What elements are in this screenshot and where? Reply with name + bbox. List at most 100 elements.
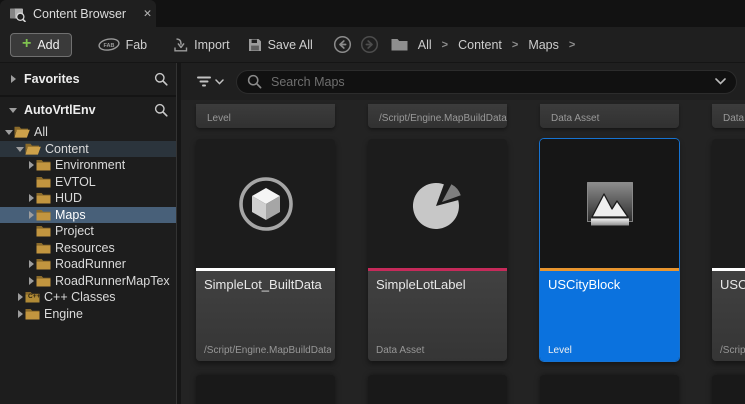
pie-icon [368, 139, 507, 268]
asset-tile-partial-top[interactable]: Data Asset [540, 104, 679, 128]
asset-tile-partial-top[interactable]: /Script/Engine.MapBuildData... [368, 104, 507, 128]
cpp-badge: C++ [28, 293, 40, 300]
breadcrumb-separator-icon[interactable]: > [512, 39, 518, 51]
tab-content-browser[interactable]: Content Browser ✕ [0, 0, 156, 27]
fab-logo-icon: FAB [98, 38, 120, 51]
asset-tile-uscityblock-builtdata[interactable]: USCityBlock_BuiltData/Script/Engine.MapB… [712, 139, 745, 361]
import-button[interactable]: Import [173, 38, 229, 52]
sidebar: Favorites AutoVrtlEnv All Content [0, 63, 176, 404]
cube-circle-icon [196, 139, 335, 268]
chevron-right-icon[interactable] [26, 160, 36, 170]
chevron-right-icon[interactable] [15, 292, 25, 302]
search-input[interactable] [269, 74, 708, 90]
asset-tile-partial-top[interactable]: Data Asset [712, 104, 745, 128]
asset-name: SimpleLot_BuiltData [204, 277, 331, 292]
back-button[interactable] [333, 35, 352, 54]
chevron-right-icon[interactable] [26, 210, 36, 220]
asset-tile-simplelot-builtdata[interactable]: SimpleLot_BuiltData/Script/Engine.MapBui… [196, 139, 335, 361]
add-button[interactable]: + Add [10, 33, 72, 57]
breadcrumb-item-content[interactable]: Content [458, 38, 502, 52]
chevron-down-icon[interactable] [4, 127, 14, 137]
forward-arrow-icon [360, 35, 379, 54]
search-field[interactable] [236, 70, 737, 94]
sidebar-item-c-classes[interactable]: C++ C++ Classes [0, 289, 176, 306]
sidebar-item-content[interactable]: Content [0, 141, 176, 158]
folder-icon [36, 209, 51, 221]
sidebar-item-label: Content [45, 142, 89, 156]
folder-tree: All Content Environment EVTOL HUD Maps P… [0, 124, 176, 322]
tab-close-icon[interactable]: ✕ [143, 8, 152, 20]
breadcrumb-separator-icon[interactable]: > [569, 39, 575, 51]
favorites-header[interactable]: Favorites [0, 63, 176, 97]
sidebar-item-all[interactable]: All [0, 124, 176, 141]
breadcrumb-item-maps[interactable]: Maps [528, 38, 559, 52]
asset-type: /Script/Engine.MapBuildDataR... [720, 345, 745, 356]
fab-button[interactable]: FAB Fab [98, 38, 148, 52]
saved-search-chevron-icon[interactable] [715, 78, 726, 85]
chevron-down-icon[interactable] [15, 144, 25, 154]
chevron-right-icon[interactable] [8, 74, 18, 84]
chevron-right-icon[interactable] [26, 259, 36, 269]
chevron-down-icon [215, 79, 224, 85]
tree-spacer [26, 226, 36, 236]
breadcrumb-separator-icon[interactable]: > [442, 39, 448, 51]
chevron-right-icon[interactable] [26, 276, 36, 286]
sidebar-item-project[interactable]: Project [0, 223, 176, 240]
folder-icon [25, 308, 40, 320]
asset-tile-partial-bottom[interactable] [540, 375, 679, 404]
sidebar-item-resources[interactable]: Resources [0, 240, 176, 257]
folder-open-icon [25, 143, 41, 155]
level-icon [540, 139, 679, 268]
add-button-label: Add [37, 38, 59, 52]
filter-bar [181, 63, 745, 100]
save-all-label: Save All [268, 38, 313, 52]
search-icon[interactable] [154, 103, 168, 117]
folder-icon [36, 225, 51, 237]
content-browser-window: Content Browser ✕ + Add FAB Fab [0, 0, 745, 404]
fab-button-label: Fab [126, 38, 148, 52]
asset-tile-partial-bottom[interactable] [712, 375, 745, 404]
asset-tile-partial-top[interactable]: Level [196, 104, 335, 128]
folder-icon [36, 159, 51, 171]
sidebar-item-roadrunner[interactable]: RoadRunner [0, 256, 176, 273]
svg-text:FAB: FAB [103, 43, 114, 49]
import-button-label: Import [194, 38, 229, 52]
filter-icon [196, 75, 212, 88]
asset-grid: Level/Script/Engine.MapBuildData... Data … [181, 100, 745, 404]
chevron-down-icon[interactable] [8, 105, 18, 115]
asset-tile-simplelotlabel[interactable]: SimpleLotLabelData Asset [368, 139, 507, 361]
save-all-button[interactable]: Save All [248, 38, 313, 52]
breadcrumb-item-all[interactable]: All [418, 38, 432, 52]
tree-spacer [26, 243, 36, 253]
sidebar-item-label: Project [55, 224, 94, 238]
sidebar-item-environment[interactable]: Environment [0, 157, 176, 174]
asset-thumbnail [712, 139, 745, 268]
asset-tile-uscityblock[interactable]: USCityBlockLevel [540, 139, 679, 361]
plus-icon: + [22, 36, 31, 52]
asset-tile-partial-bottom[interactable] [196, 375, 335, 404]
asset-type: /Script/Engine.MapBuildDataR... [204, 345, 331, 356]
chevron-right-icon[interactable] [26, 193, 36, 203]
filters-button[interactable] [196, 75, 224, 88]
folder-icon [36, 176, 51, 188]
tree-spacer [26, 177, 36, 187]
sidebar-item-hud[interactable]: HUD [0, 190, 176, 207]
asset-meta: USCityBlock_BuiltData/Script/Engine.MapB… [712, 271, 745, 361]
search-icon[interactable] [154, 72, 168, 86]
sidebar-item-maps[interactable]: Maps [0, 207, 176, 224]
sidebar-item-engine[interactable]: Engine [0, 306, 176, 323]
collection-header[interactable]: AutoVrtlEnv [0, 97, 176, 123]
sidebar-item-label: C++ Classes [44, 290, 116, 304]
content-browser-icon [9, 6, 26, 22]
asset-name: USCityBlock_BuiltData [720, 277, 745, 292]
asset-tile-partial-bottom[interactable] [368, 375, 507, 404]
sidebar-item-label: HUD [55, 191, 82, 205]
path-folder-icon [391, 38, 408, 51]
sidebar-item-evtol[interactable]: EVTOL [0, 174, 176, 191]
asset-view: Level/Script/Engine.MapBuildData... Data … [181, 63, 745, 404]
sidebar-item-roadrunnermaptex[interactable]: RoadRunnerMapTex [0, 273, 176, 290]
sidebar-item-label: Engine [44, 307, 83, 321]
chevron-right-icon[interactable] [15, 309, 25, 319]
tab-strip: Content Browser ✕ [0, 0, 745, 27]
forward-button[interactable] [360, 35, 379, 54]
